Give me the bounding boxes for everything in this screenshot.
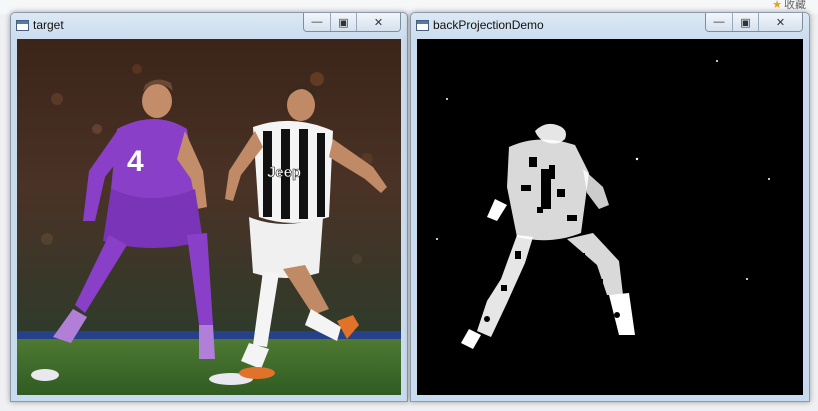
- star-icon: ★: [772, 0, 782, 11]
- window-title: backProjectionDemo: [433, 18, 544, 32]
- backprojection-image-area: [417, 39, 803, 395]
- titlebar[interactable]: backProjectionDemo — ▣ ✕: [411, 13, 809, 39]
- backprojection-window[interactable]: backProjectionDemo — ▣ ✕: [410, 12, 810, 402]
- window-title: target: [33, 18, 64, 32]
- favorites-label[interactable]: ★ 收藏: [772, 0, 806, 12]
- close-button[interactable]: ✕: [758, 13, 802, 31]
- minimize-button[interactable]: —: [706, 13, 732, 31]
- titlebar[interactable]: target — ▣ ✕: [11, 13, 407, 39]
- svg-text:Jeep: Jeep: [267, 164, 301, 181]
- close-button[interactable]: ✕: [356, 13, 400, 31]
- minimize-button[interactable]: —: [304, 13, 330, 31]
- maximize-button[interactable]: ▣: [330, 13, 356, 31]
- image-area: 4 Jeep: [17, 39, 401, 395]
- soccer-photo: 4 Jeep: [17, 39, 401, 395]
- svg-text:4: 4: [127, 145, 144, 178]
- window-icon: [416, 20, 429, 31]
- target-window[interactable]: target — ▣ ✕ 4 Jeep: [10, 12, 408, 402]
- window-icon: [16, 20, 29, 31]
- backprojection-image: [417, 39, 803, 395]
- window-controls: — ▣ ✕: [303, 13, 401, 32]
- maximize-button[interactable]: ▣: [732, 13, 758, 31]
- window-controls: — ▣ ✕: [705, 13, 803, 32]
